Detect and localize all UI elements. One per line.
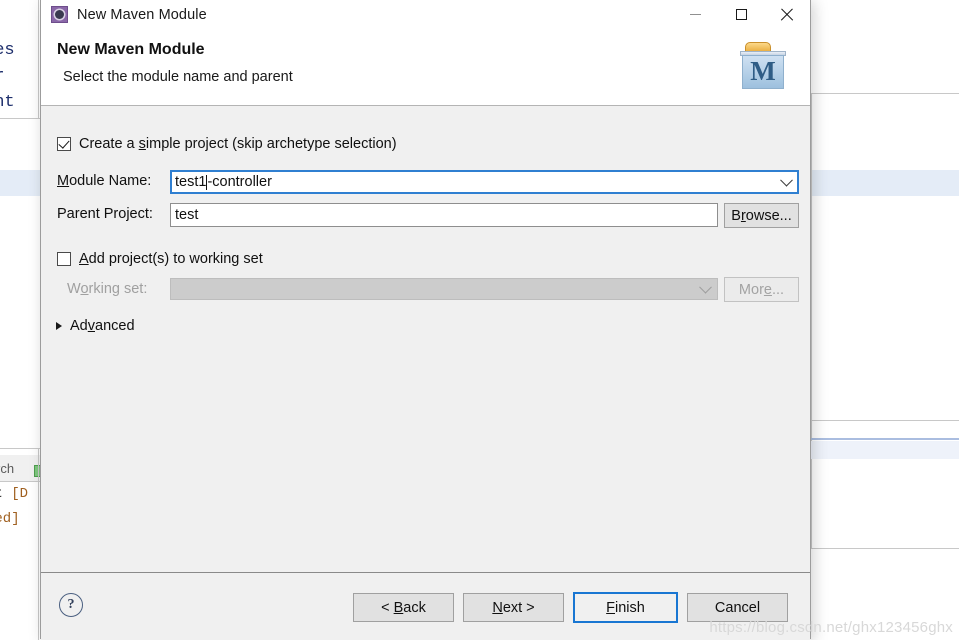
background-divider xyxy=(0,118,40,119)
background-search-tab: rch xyxy=(0,461,15,476)
next-label: Next > xyxy=(492,599,535,616)
parent-project-value: test xyxy=(175,207,199,223)
module-name-value-before-caret: test1 xyxy=(175,174,207,190)
next-button[interactable]: Next > xyxy=(463,593,564,622)
background-divider xyxy=(811,420,959,421)
working-set-checkbox[interactable] xyxy=(57,252,71,266)
chevron-down-icon[interactable] xyxy=(780,173,793,187)
dialog-header: New Maven Module Select the module name … xyxy=(41,30,810,106)
background-divider xyxy=(38,0,39,118)
parent-project-label-wrap: Parent Project: xyxy=(57,206,153,222)
screen: tes er int rch st [D zed] New Maven Modu… xyxy=(0,0,959,640)
minimize-button[interactable] xyxy=(672,0,718,30)
advanced-label: Advanced xyxy=(70,318,135,334)
simple-project-checkbox[interactable] xyxy=(57,137,71,151)
module-name-value-after-caret: -controller xyxy=(207,174,272,190)
maximize-icon xyxy=(735,9,747,20)
maximize-button[interactable] xyxy=(718,0,764,30)
chevron-right-icon xyxy=(56,322,62,330)
working-set-label: Working set: xyxy=(67,281,148,297)
chevron-down-icon xyxy=(699,280,712,294)
browse-button[interactable]: Browse... xyxy=(724,203,799,228)
back-button[interactable]: < Back xyxy=(353,593,454,622)
working-set-checkbox-label: Add project(s) to working set xyxy=(79,251,263,267)
module-name-label-wrap: Module Name: xyxy=(57,173,151,189)
parent-project-label: Parent Project: xyxy=(57,206,153,222)
folder-body: M xyxy=(742,55,784,89)
back-label: < Back xyxy=(381,599,426,616)
more-button: More... xyxy=(724,277,799,302)
parent-project-input[interactable]: test xyxy=(170,203,718,227)
dialog-body: Create a simple project (skip archetype … xyxy=(41,106,810,573)
dialog-title-bar: New Maven Module xyxy=(41,0,810,30)
finish-label: Finish xyxy=(606,599,645,616)
background-selection-band xyxy=(0,170,40,196)
new-maven-module-dialog: New Maven Module New Maven Module Select… xyxy=(40,0,811,640)
close-button[interactable] xyxy=(764,0,810,30)
cancel-label: Cancel xyxy=(714,599,761,616)
maven-icon-graphic: M xyxy=(740,42,786,90)
background-accent-line xyxy=(811,438,959,440)
background-divider xyxy=(0,448,40,449)
background-divider xyxy=(811,548,959,549)
simple-project-label: Create a simple project (skip archetype … xyxy=(79,136,397,152)
header-title: New Maven Module xyxy=(57,41,205,58)
maven-gear-icon xyxy=(51,6,68,23)
background-selection-band xyxy=(811,170,959,196)
working-set-label-wrap: Working set: xyxy=(67,281,147,297)
background-selection-band xyxy=(811,441,959,459)
background-console-line: st [D xyxy=(0,486,29,502)
background-divider xyxy=(38,448,39,640)
minimize-icon xyxy=(689,14,701,15)
background-divider xyxy=(811,93,812,548)
dialog-title: New Maven Module xyxy=(77,6,207,23)
module-name-input[interactable]: test1 -controller xyxy=(170,170,799,194)
background-divider xyxy=(811,93,959,94)
close-icon xyxy=(780,8,794,22)
module-name-label: Module Name: xyxy=(57,173,152,189)
finish-button[interactable]: Finish xyxy=(573,592,678,623)
simple-project-checkbox-row[interactable]: Create a simple project (skip archetype … xyxy=(57,136,397,152)
window-controls xyxy=(672,0,810,30)
help-icon[interactable]: ? xyxy=(59,593,83,617)
maven-folder-icon: M xyxy=(732,36,796,98)
browse-label: Browse... xyxy=(731,207,792,224)
wizard-buttons: < Back Next > Finish Cancel xyxy=(353,592,788,623)
background-divider xyxy=(0,481,40,482)
header-subtitle: Select the module name and parent xyxy=(63,69,293,85)
cancel-button[interactable]: Cancel xyxy=(687,593,788,622)
more-label: More... xyxy=(738,281,785,298)
background-console-line: zed] xyxy=(0,511,20,527)
maven-letter: M xyxy=(750,55,776,86)
working-set-combo xyxy=(170,278,718,300)
advanced-expander[interactable]: Advanced xyxy=(56,318,135,334)
dialog-footer: ? < Back Next > Finish Cancel xyxy=(41,573,810,640)
working-set-checkbox-row[interactable]: Add project(s) to working set xyxy=(57,251,263,267)
